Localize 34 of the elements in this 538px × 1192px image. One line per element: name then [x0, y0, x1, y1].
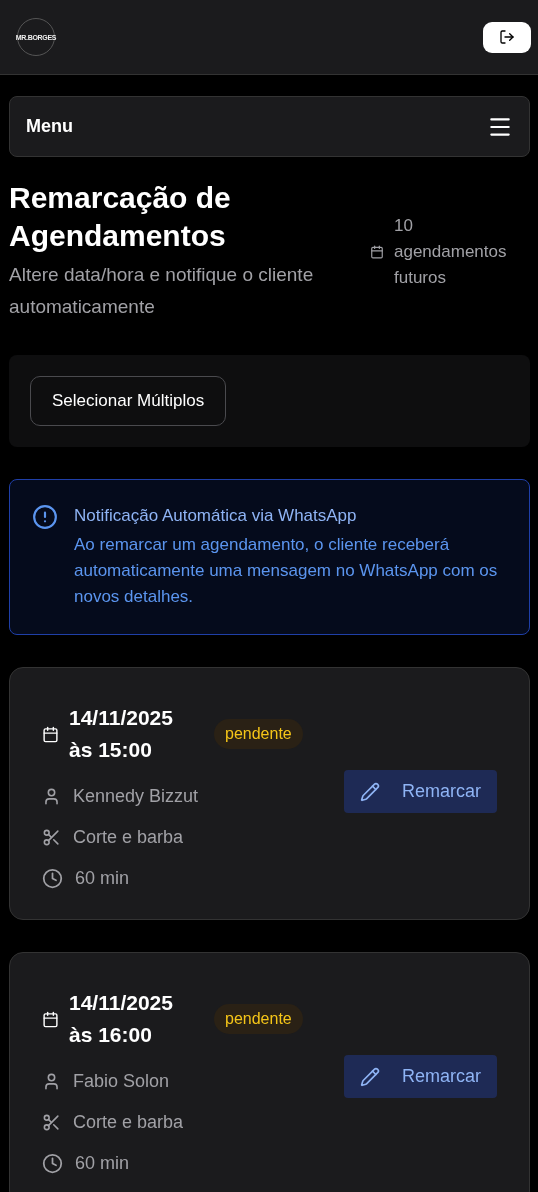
clock-icon [42, 868, 63, 889]
pencil-icon [360, 781, 380, 802]
alert-icon [32, 504, 58, 530]
menu-bar[interactable]: Menu [9, 96, 530, 157]
scissors-icon [42, 828, 61, 847]
duration: 60 min [75, 1153, 130, 1174]
status-badge: pendente [214, 1004, 303, 1034]
appointment-count: 10 agendamentos futuros [394, 215, 508, 289]
client-name: Kennedy Bizzut [73, 786, 199, 807]
notice-text: Ao remarcar um agendamento, o cliente receberá automaticamente uma mensagem no WhatsApp com os novos detalhes. [74, 534, 499, 608]
clock-icon [42, 1153, 63, 1174]
status-badge: pendente [214, 719, 303, 749]
person-icon [42, 1072, 61, 1091]
appointment-datetime: 14/11/2025 às 15:00 [69, 705, 174, 763]
logout-button[interactable] [483, 21, 531, 53]
client-name: Fabio Solon [73, 1071, 170, 1092]
calendar-icon [370, 245, 384, 259]
person-icon [42, 787, 61, 806]
logout-icon [499, 29, 515, 45]
calendar-icon [42, 1010, 59, 1028]
page-title: Remarcação de Agendamentos [9, 180, 232, 254]
duration: 60 min [75, 868, 130, 889]
menu-label: Menu [26, 116, 73, 137]
service-name: Corte e barba [73, 827, 184, 848]
reschedule-button[interactable]: Remarcar [344, 1055, 497, 1098]
select-multiple-button[interactable]: Selecionar Múltiplos [30, 376, 227, 426]
page-subtitle: Altere data/hora e notifique o cliente automaticamente [9, 263, 315, 319]
calendar-icon [42, 725, 59, 743]
appointment-datetime: 14/11/2025 às 16:00 [69, 990, 174, 1048]
notice-title: Notificação Automática via WhatsApp [74, 505, 358, 527]
scissors-icon [42, 1113, 61, 1132]
service-name: Corte e barba [73, 1112, 184, 1133]
pencil-icon [360, 1066, 380, 1087]
reschedule-button[interactable]: Remarcar [344, 770, 497, 813]
